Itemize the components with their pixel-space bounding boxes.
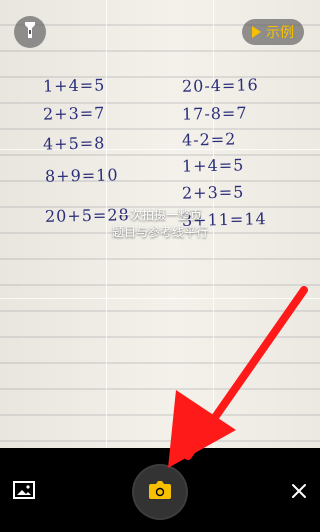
math-line: 2+3=5 — [181, 182, 245, 203]
image-icon — [13, 481, 35, 503]
math-line: 1+4=5 — [181, 155, 245, 176]
hint-line-2: 题目与参考线平行 — [111, 225, 208, 239]
math-line: 4-2=2 — [181, 129, 237, 150]
close-button[interactable] — [291, 483, 307, 499]
camera-hint: 一次拍摄一整页 题目与参考线平行 — [0, 207, 320, 241]
flashlight-button[interactable] — [14, 16, 46, 48]
math-line: 1+4=5 — [42, 75, 106, 96]
math-line: 2+3=7 — [42, 103, 106, 124]
example-label: 示例 — [266, 25, 294, 41]
math-line: 4+5=8 — [42, 133, 106, 154]
math-line: 8+9=10 — [44, 165, 119, 186]
gallery-button[interactable] — [13, 481, 35, 499]
grid-line-horizontal-2 — [0, 298, 320, 299]
camera-icon — [147, 479, 173, 505]
shutter-button[interactable] — [132, 464, 188, 520]
close-icon — [291, 484, 307, 503]
example-button[interactable]: 示例 — [242, 19, 304, 45]
math-line: 20-4=16 — [181, 75, 259, 96]
math-line: 17-8=7 — [181, 103, 248, 124]
flashlight-icon — [23, 21, 37, 43]
play-icon — [252, 26, 261, 38]
hint-line-1: 一次拍摄一整页 — [117, 208, 202, 222]
camera-viewfinder: 1+4=5 2+3=7 4+5=8 8+9=10 20+5=28 20-4=16… — [0, 0, 320, 448]
